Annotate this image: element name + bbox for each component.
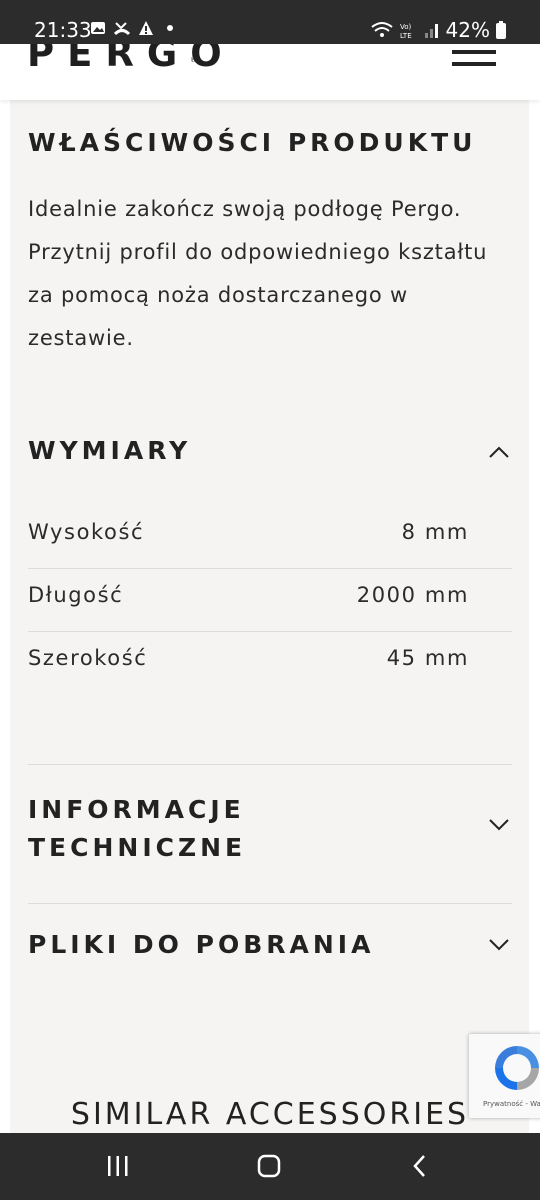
svg-text:LTE: LTE — [400, 32, 412, 39]
signal-icon — [424, 24, 438, 38]
chevron-down-icon[interactable] — [488, 818, 510, 832]
hamburger-menu-icon[interactable] — [452, 50, 496, 70]
svg-text:Vo): Vo) — [400, 23, 412, 31]
recaptcha-badge[interactable]: Prywatność - Warunki — [469, 1034, 540, 1118]
battery-percent: 42% — [445, 18, 490, 42]
status-time: 21:33 — [34, 18, 92, 42]
image-icon — [91, 22, 105, 34]
recent-apps-icon[interactable] — [103, 1153, 133, 1179]
dimension-value: 8 mm — [401, 520, 469, 544]
recaptcha-icon — [495, 1046, 539, 1090]
home-icon[interactable] — [254, 1153, 284, 1179]
technical-info-title[interactable]: INFORMACJE TECHNICZNE — [28, 791, 246, 867]
dimension-value: 45 mm — [386, 646, 469, 670]
warning-icon — [139, 21, 153, 35]
registered-mark: ® — [190, 56, 197, 64]
status-bar: 21:33 Vo) LTE 42% — [0, 0, 540, 44]
missed-call-icon — [114, 22, 130, 36]
technical-info-title-line: INFORMACJE — [28, 795, 245, 824]
divider — [28, 903, 512, 904]
dimension-label: Szerokość — [28, 646, 148, 670]
chevron-down-icon[interactable] — [488, 938, 510, 952]
technical-info-title-line: TECHNICZNE — [28, 833, 247, 862]
battery-icon — [496, 21, 506, 39]
dimension-label: Wysokość — [28, 520, 145, 544]
navigation-bar — [0, 1133, 540, 1200]
similar-accessories-title: SIMILAR ACCESSORIES — [70, 1097, 470, 1132]
downloads-title[interactable]: PLIKI DO POBRANIA — [28, 930, 374, 959]
volte-icon: Vo)LTE — [400, 23, 412, 39]
back-icon[interactable] — [405, 1153, 435, 1179]
properties-title: WŁAŚCIWOŚCI PRODUKTU — [28, 128, 477, 157]
dimension-row-length: Długość 2000 mm — [28, 569, 512, 632]
dimension-label: Długość — [28, 583, 124, 607]
wifi-calling-icon — [370, 22, 393, 37]
dimension-row-width: Szerokość 45 mm — [28, 632, 512, 695]
recaptcha-privacy-text[interactable]: Prywatność - Warunki — [483, 1100, 540, 1108]
divider — [28, 764, 512, 765]
dimensions-title[interactable]: WYMIARY — [28, 436, 191, 465]
properties-description: Idealnie zakończ swoją podłogę Pergo. Pr… — [28, 197, 488, 350]
chevron-up-icon[interactable] — [488, 445, 510, 459]
dimension-row-height: Wysokość 8 mm — [28, 506, 512, 569]
dot-icon — [167, 25, 173, 31]
site-header: PERGO ® — [0, 32, 540, 100]
dimension-value: 2000 mm — [356, 583, 469, 607]
